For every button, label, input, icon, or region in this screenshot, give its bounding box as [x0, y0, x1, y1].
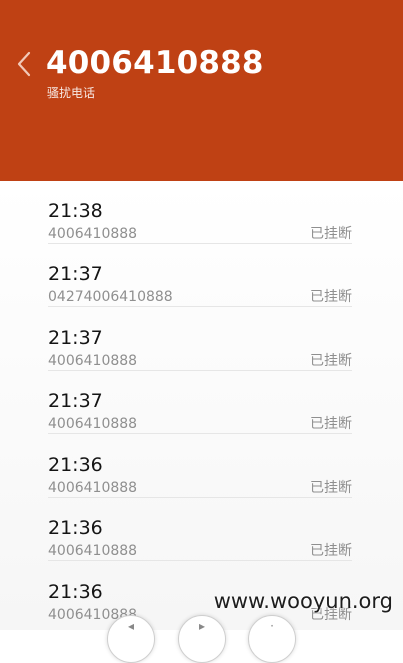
call-log-item[interactable]: 21:37 4006410888 已挂断 [48, 371, 352, 434]
call-number: 4006410888 [48, 353, 138, 369]
call-time: 21:37 [48, 263, 103, 285]
number-label: 骚扰电话 [47, 86, 96, 100]
call-log-item[interactable]: 21:37 4006410888 已挂断 [48, 308, 352, 371]
contact-header: 4006410888 骚扰电话 [0, 0, 403, 181]
call-number: 4006410888 [48, 543, 138, 559]
row-divider [48, 306, 352, 307]
previous-button[interactable]: ◂ [107, 615, 155, 663]
call-time: 21:37 [48, 327, 103, 349]
call-time: 21:36 [48, 454, 103, 476]
phone-number-title: 4006410888 [46, 45, 264, 81]
chevron-left-icon [17, 51, 31, 77]
call-time: 21:38 [48, 200, 103, 222]
call-number: 4006410888 [48, 226, 138, 242]
call-time: 21:36 [48, 581, 103, 603]
call-status: 已挂断 [310, 226, 352, 242]
call-number: 4006410888 [48, 480, 138, 496]
call-log-list: 21:38 4006410888 已挂断 21:37 0427400641088… [0, 181, 403, 630]
previous-icon: ◂ [127, 619, 135, 633]
play-button[interactable]: ▸ [178, 615, 226, 663]
call-status: 已挂断 [310, 416, 352, 432]
back-button[interactable] [14, 50, 36, 78]
call-status: 已挂断 [310, 353, 352, 369]
call-log-item[interactable]: 21:36 4006410888 已挂断 [48, 435, 352, 498]
call-log-item[interactable]: 21:36 4006410888 已挂断 [48, 498, 352, 561]
row-divider [48, 560, 352, 561]
call-log-item[interactable]: 21:37 04274006410888 已挂断 [48, 244, 352, 307]
call-status: 已挂断 [310, 289, 352, 305]
more-icon: · [270, 619, 274, 633]
call-status: 已挂断 [310, 480, 352, 496]
call-status: 已挂断 [310, 543, 352, 559]
play-icon: ▸ [198, 619, 206, 633]
call-time: 21:36 [48, 517, 103, 539]
call-number: 04274006410888 [48, 289, 173, 305]
call-log-item[interactable]: 21:38 4006410888 已挂断 [48, 181, 352, 244]
row-divider [48, 433, 352, 434]
watermark-text: www.wooyun.org [213, 589, 393, 613]
more-button[interactable]: · [248, 615, 296, 663]
call-number: 4006410888 [48, 416, 138, 432]
call-time: 21:37 [48, 390, 103, 412]
